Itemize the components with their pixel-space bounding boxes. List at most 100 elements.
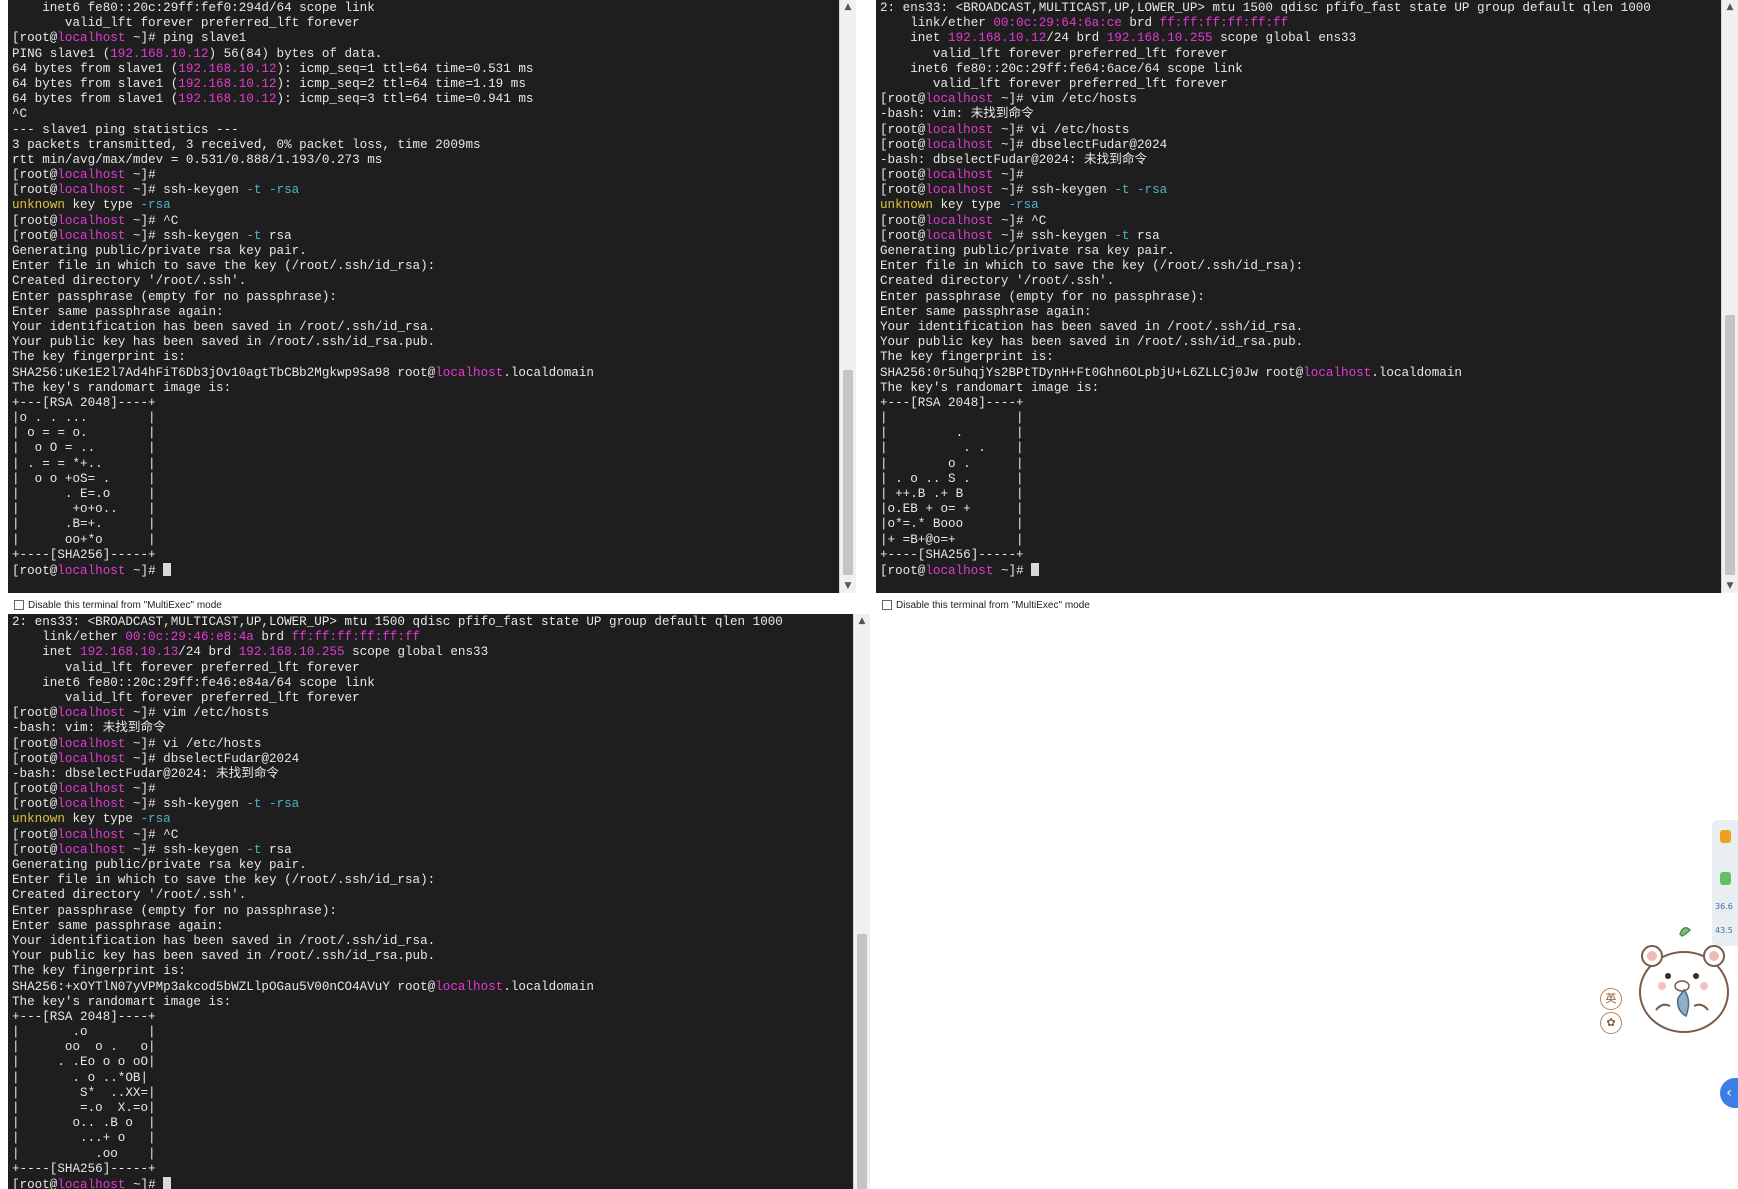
terminal-line: valid_lft forever preferred_lft forever [12,691,850,706]
token-host: localhost [57,183,126,198]
terminal-output[interactable]: inet6 fe80::20c:29ff:fef0:294d/64 scope … [8,0,840,593]
token-text: link/ether [12,630,126,645]
chevron-left-icon[interactable]: ‹ [1720,1078,1738,1108]
token-host: localhost [57,736,126,751]
scroll-thumb[interactable] [843,370,853,575]
terminal-line: SHA256:uKe1E2l7Ad4hFiT6Db3jOv10agtTbCBb2… [12,366,836,381]
terminal-scrollbar[interactable]: ▲ ▼ [839,0,856,593]
scroll-down-arrow[interactable]: ▼ [1722,579,1738,593]
terminal-pane-1[interactable]: inet6 fe80::20c:29ff:fef0:294d/64 scope … [8,0,856,593]
token-text: .localdomain [503,365,594,380]
token-host: localhost [57,842,126,857]
scroll-up-arrow[interactable]: ▲ [1722,0,1738,14]
token-text: | . o ..*OB| [12,1070,149,1085]
terminal-line: inet6 fe80::20c:29ff:fef0:294d/64 scope … [12,1,836,16]
multiexec-toggle-2[interactable]: Disable this terminal from "MultiExec" m… [882,597,1090,613]
token-text: | S* ..XX=| [12,1085,156,1100]
terminal-line: unknown key type -rsa [12,812,850,827]
token-text: --- slave1 ping statistics --- [12,122,239,137]
terminal-line: |+ =B+@o=+ | [880,533,1718,548]
terminal-line: Enter file in which to save the key (/ro… [880,259,1718,274]
token-text: key type [64,198,141,213]
token-text: Generating public/private rsa key pair. [12,244,307,258]
bear-mascot-icon[interactable] [1622,920,1738,1038]
token-text: | ...+ o | [12,1131,156,1146]
terminal-line: The key fingerprint is: [12,350,836,365]
token-text: valid_lft forever preferred_lft forever [880,76,1228,91]
token-text: Your public key has been saved in /root/… [12,335,436,350]
token-text: rtt min/avg/max/mdev = 0.531/0.888/1.193… [12,152,383,167]
terminal-line: [root@localhost ~]# dbselectFudar@2024 [880,138,1718,153]
terminal-scrollbar[interactable]: ▲ [853,614,870,1189]
terminal-line: [root@localhost ~]# ^C [880,214,1718,229]
terminal-line: | o.. .B o | [12,1116,850,1131]
terminal-line: valid_lft forever preferred_lft forever [12,16,836,31]
token-host: localhost [57,827,126,842]
token-host: localhost [57,1177,126,1189]
token-text: valid_lft forever preferred_lft forever [12,660,360,675]
token-host: localhost [925,122,994,137]
token-text: |o.EB + o= + | [880,502,1024,517]
ime-skin-icon[interactable]: ✿ [1600,1012,1622,1034]
token-text: The key fingerprint is: [12,350,186,365]
checkbox[interactable] [882,600,892,610]
token-text: The key's randomart image is: [880,380,1100,395]
token-text: [root@ [12,183,58,198]
token-text: brd [1121,16,1160,31]
terminal-line: The key's randomart image is: [880,381,1718,396]
token-mac: 00:0c:29:46:e8:4a [125,630,254,645]
scroll-up-arrow[interactable]: ▲ [854,614,870,628]
terminal-line: | S* ..XX=| [12,1086,850,1101]
terminal-line: 2: ens33: <BROADCAST,MULTICAST,UP,LOWER_… [880,1,1718,16]
terminal-line: [root@localhost ~]# ssh-keygen -t rsa [12,229,836,244]
token-text: ~]# ssh-keygen [993,228,1115,243]
multiexec-toggle-1[interactable]: Disable this terminal from "MultiExec" m… [14,597,222,613]
terminal-line: [root@localhost ~]# [12,782,850,797]
token-text: ~]# [125,1177,164,1189]
token-text: [root@ [880,168,926,183]
token-text: SHA256:0r5uhqjYs2BPtTDynH+Ft0Ghn6OLpbjU+… [880,365,1304,380]
scroll-thumb[interactable] [857,934,867,1189]
token-host: localhost [435,365,504,380]
terminal-line: | o = = o. | [12,426,836,441]
token-host: localhost [925,92,994,107]
token-text: inet6 fe80::20c:29ff:fe64:6ace/64 scope … [880,61,1243,76]
token-text: [root@ [880,213,926,228]
token-text: key type [64,812,141,827]
checkbox[interactable] [14,600,24,610]
terminal-line: Your public key has been saved in /root/… [12,335,836,350]
terminal-line: Enter passphrase (empty for no passphras… [12,904,850,919]
scroll-up-arrow[interactable]: ▲ [840,0,856,14]
token-text: ~]# vi /etc/hosts [125,736,262,751]
terminal-line: Generating public/private rsa key pair. [12,858,850,873]
terminal-line: | . = = *+.. | [12,457,836,472]
token-text: ): icmp_seq=3 ttl=64 time=0.941 ms [276,92,534,107]
token-text: ~]# ^C [125,827,179,842]
terminal-scrollbar[interactable]: ▲ ▼ [1721,0,1738,593]
token-text: The key fingerprint is: [12,964,186,979]
token-text: valid_lft forever preferred_lft forever [12,16,360,31]
terminal-pane-3[interactable]: 2: ens33: <BROADCAST,MULTICAST,UP,LOWER_… [8,614,870,1189]
token-warn: unknown [12,198,65,213]
ime-language-icon[interactable]: 英 [1600,988,1622,1010]
terminal-line: SHA256:+xOYTlN07yVPMp3akcod5bWZLlpOGau5V… [12,980,850,995]
token-host: localhost [57,228,126,243]
token-text: ~]# ^C [125,213,179,228]
token-opt: -t [246,228,262,243]
terminal-pane-2[interactable]: 2: ens33: <BROADCAST,MULTICAST,UP,LOWER_… [876,0,1738,593]
scroll-down-arrow[interactable]: ▼ [840,579,856,593]
terminal-line: [root@localhost ~]# vi /etc/hosts [880,123,1718,138]
terminal-line: | oo o . o| [12,1040,850,1055]
token-text: ~]# ssh-keygen [125,183,247,198]
terminal-output[interactable]: 2: ens33: <BROADCAST,MULTICAST,UP,LOWER_… [876,0,1722,593]
token-text: | . o .. S . | [880,471,1024,486]
ime-toolbar[interactable]: 英 ✿ [1598,986,1622,1036]
scroll-thumb[interactable] [1725,315,1735,575]
token-text: | +o+o.. | [12,502,156,517]
terminal-line: | o o +oS= . | [12,472,836,487]
token-text: Created directory '/root/.ssh'. [12,274,247,289]
terminal-output[interactable]: 2: ens33: <BROADCAST,MULTICAST,UP,LOWER_… [8,614,854,1189]
token-text: SHA256:uKe1E2l7Ad4hFiT6Db3jOv10agtTbCBb2… [12,365,436,380]
token-opt: -rsa [1008,198,1039,213]
token-text: -bash: vim: 未找到命令 [880,107,1034,122]
